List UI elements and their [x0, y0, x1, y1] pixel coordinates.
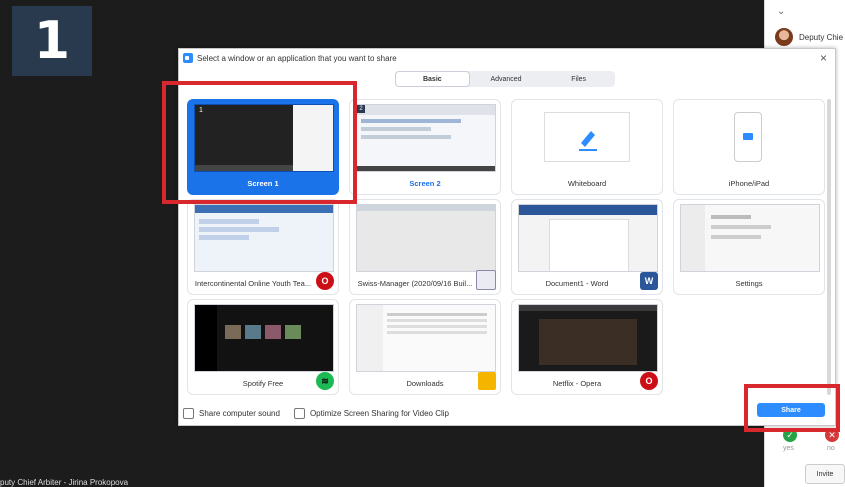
opera-icon: O	[640, 372, 658, 390]
participant-name: Deputy Chie	[799, 32, 844, 42]
window-thumbnail	[518, 304, 658, 372]
folder-icon	[478, 372, 496, 390]
share-sound-label: Share computer sound	[199, 409, 280, 418]
scrollbar[interactable]	[827, 99, 831, 395]
opera-icon: O	[316, 272, 334, 290]
word-icon: W	[640, 272, 658, 290]
tile-screen-2[interactable]: 2 Screen 2	[349, 99, 501, 195]
window-thumbnail	[680, 204, 820, 272]
zoom-icon	[183, 53, 193, 63]
phone-icon	[734, 112, 762, 162]
step-number-badge: 1	[12, 6, 92, 76]
avatar	[775, 28, 793, 46]
tile-label: Document1 - Word	[545, 279, 609, 288]
tile-label: Downloads	[406, 379, 444, 388]
window-thumbnail	[518, 204, 658, 272]
spotify-icon: ≋	[316, 372, 334, 390]
vote-no-label: no	[827, 445, 835, 452]
vote-yes-label: yes	[783, 445, 794, 452]
screen-1-highlight	[162, 81, 357, 204]
participant-row[interactable]: Deputy Chie	[775, 28, 843, 46]
tile-window-netflix[interactable]: Netflix - Opera O	[511, 299, 663, 395]
active-speaker-caption: puty Chief Arbiter - Jirina Prokopova	[0, 478, 129, 487]
tile-window-swiss-manager[interactable]: Swiss-Manager (2020/09/16 Buil...	[349, 199, 501, 295]
tile-window-spotify[interactable]: Spotify Free ≋	[187, 299, 339, 395]
optimize-video-label: Optimize Screen Sharing for Video Clip	[309, 409, 449, 418]
window-thumbnail	[194, 304, 334, 372]
window-thumbnail	[194, 204, 334, 272]
share-tabs: Basic Advanced Files	[395, 71, 615, 87]
tile-window-word[interactable]: Document1 - Word W	[511, 199, 663, 295]
tile-label: Spotify Free	[242, 379, 284, 388]
share-options: Share computer sound Optimize Screen Sha…	[183, 408, 449, 419]
tab-basic[interactable]: Basic	[395, 71, 470, 87]
optimize-video-option[interactable]: Optimize Screen Sharing for Video Clip	[293, 408, 449, 419]
close-icon[interactable]: ×	[820, 51, 827, 65]
tile-label: Settings	[735, 279, 763, 288]
pen-icon	[579, 131, 597, 151]
tile-label: Netflix - Opera	[552, 379, 602, 388]
tile-window-settings[interactable]: Settings	[673, 199, 825, 295]
tab-files[interactable]: Files	[542, 71, 615, 87]
window-thumbnail	[356, 204, 496, 272]
collapse-chevron-icon[interactable]: ⌄	[777, 6, 785, 17]
dialog-title: Select a window or an application that y…	[197, 53, 397, 63]
tile-iphone-ipad[interactable]: iPhone/iPad	[673, 99, 825, 195]
share-sound-option[interactable]: Share computer sound	[183, 408, 280, 419]
tile-label: Intercontinental Online Youth Tea...	[194, 279, 312, 288]
tile-label: Swiss-Manager (2020/09/16 Buil...	[357, 279, 473, 288]
tile-window-intercontinental[interactable]: Intercontinental Online Youth Tea... O	[187, 199, 339, 295]
tab-advanced[interactable]: Advanced	[470, 71, 543, 87]
tile-label: Screen 2	[409, 179, 441, 188]
screen-2-thumbnail: 2	[356, 104, 496, 172]
swiss-manager-icon	[476, 270, 496, 290]
dialog-header: Select a window or an application that y…	[183, 53, 397, 63]
screen-number: 2	[357, 105, 365, 113]
tile-label: Whiteboard	[567, 179, 607, 188]
window-thumbnail	[356, 304, 496, 372]
share-button-highlight	[744, 384, 840, 432]
tile-whiteboard[interactable]: Whiteboard	[511, 99, 663, 195]
tile-label: iPhone/iPad	[728, 179, 770, 188]
invite-button[interactable]: Invite	[805, 464, 845, 484]
whiteboard-thumbnail	[544, 112, 630, 162]
optimize-video-checkbox[interactable]	[293, 408, 305, 419]
share-sound-checkbox[interactable]	[183, 408, 194, 419]
tile-window-downloads[interactable]: Downloads	[349, 299, 501, 395]
